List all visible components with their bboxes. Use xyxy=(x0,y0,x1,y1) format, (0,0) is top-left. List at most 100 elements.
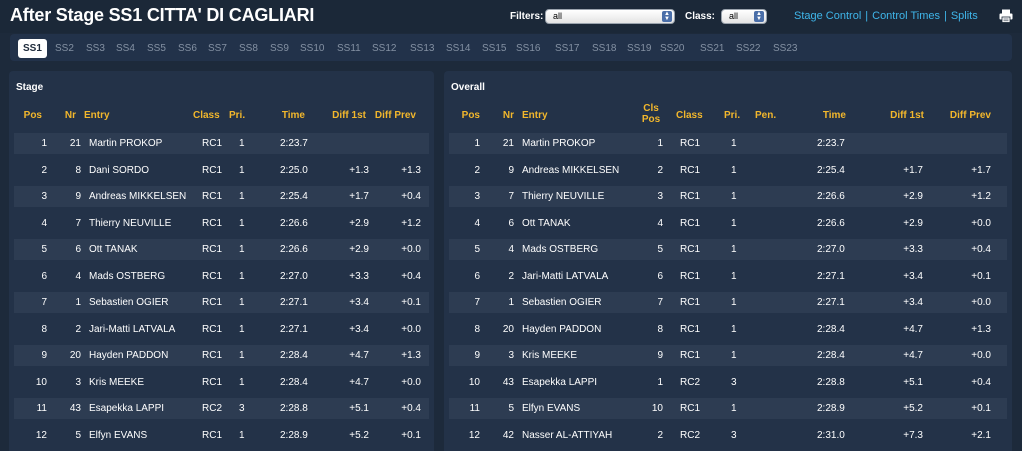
table-row: 11 5 Elfyn EVANS 10 RC1 1 2:28.9 +5.2 +0.1 xyxy=(449,398,1007,419)
cell-class: RC1 xyxy=(680,244,701,255)
cell-pos: 2 xyxy=(41,164,47,176)
cell-diffprev: +0.0 xyxy=(971,350,991,361)
cell-pri: 1 xyxy=(239,376,245,388)
cell-time: 2:28.4 xyxy=(817,323,845,335)
stage-tab-ss14[interactable]: SS14 xyxy=(446,39,470,58)
stage-tab-ss23[interactable]: SS23 xyxy=(773,39,797,58)
control-times-link[interactable]: Control Times xyxy=(872,10,940,22)
top-links: Stage Control | Control Times | Splits xyxy=(794,10,978,22)
table-row: 9 3 Kris MEEKE 9 RC1 1 2:28.4 +4.7 +0.0 xyxy=(449,345,1007,366)
cell-pri: 1 xyxy=(731,323,737,335)
table-row: 3 9 Andreas MIKKELSEN RC1 1 2:25.4 +1.7 +0.4 xyxy=(14,186,429,207)
cell-entry: Esapekka LAPPI xyxy=(89,403,165,414)
cell-nr: 8 xyxy=(75,164,81,176)
stage-tab-ss16[interactable]: SS16 xyxy=(516,39,540,58)
cell-nr: 5 xyxy=(508,403,514,414)
stage-tab-ss17[interactable]: SS17 xyxy=(555,39,579,58)
cell-pos: 2 xyxy=(474,164,480,176)
cell-pos: 6 xyxy=(41,270,47,282)
cell-nr: 2 xyxy=(75,323,81,335)
cell-diffprev: +0.4 xyxy=(971,244,991,255)
top-bar: After Stage SS1 CITTA' DI CAGLIARI Filte… xyxy=(0,0,1022,33)
cell-class: RC1 xyxy=(202,244,223,255)
cell-nr: 4 xyxy=(508,244,514,255)
cell-time: 2:27.0 xyxy=(280,270,308,282)
stage-tab-ss3[interactable]: SS3 xyxy=(86,39,105,58)
cell-nr: 7 xyxy=(75,217,81,229)
cell-diff1: +4.7 xyxy=(903,323,923,335)
stage-tab-ss4[interactable]: SS4 xyxy=(116,39,135,58)
cell-nr: 21 xyxy=(502,138,514,149)
stage-tab-ss13[interactable]: SS13 xyxy=(410,39,434,58)
header-diff-prev: Diff Prev xyxy=(374,110,416,121)
cell-pri: 1 xyxy=(239,191,245,202)
stage-tab-ss21[interactable]: SS21 xyxy=(700,39,724,58)
stage-tab-ss7[interactable]: SS7 xyxy=(208,39,227,58)
stage-tab-ss1[interactable]: SS1 xyxy=(18,39,47,58)
cell-time: 2:27.0 xyxy=(817,244,845,255)
cell-clspos: 7 xyxy=(657,297,663,308)
cell-pos: 8 xyxy=(41,323,47,335)
cell-entry: Ott TANAK xyxy=(89,244,138,255)
class-select[interactable]: all ▲ ▼ xyxy=(721,9,767,24)
cell-entry: Elfyn EVANS xyxy=(522,403,581,414)
cell-class: RC1 xyxy=(202,376,223,388)
stage-tab-ss2[interactable]: SS2 xyxy=(55,39,74,58)
cell-time: 2:25.0 xyxy=(280,164,308,176)
header-diff-1st: Diff 1st xyxy=(890,110,924,121)
stage-tab-ss11[interactable]: SS11 xyxy=(337,39,361,58)
table-row: 12 42 Nasser AL-ATTIYAH 2 RC2 3 2:31.0 +7.3 +2.1 xyxy=(449,424,1007,446)
cell-nr: 42 xyxy=(502,429,514,441)
cell-class: RC1 xyxy=(680,323,701,335)
cell-diff1: +5.1 xyxy=(349,403,369,414)
cell-class: RC1 xyxy=(202,350,223,361)
cell-pri: 1 xyxy=(239,164,245,176)
cell-clspos: 6 xyxy=(657,270,663,282)
cell-pri: 1 xyxy=(731,297,737,308)
cell-nr: 20 xyxy=(502,323,514,335)
splits-link[interactable]: Splits xyxy=(951,10,978,22)
cell-time: 2:23.7 xyxy=(280,138,308,149)
cell-time: 2:27.1 xyxy=(280,323,308,335)
table-row: 8 2 Jari-Matti LATVALA RC1 1 2:27.1 +3.4 +0.0 xyxy=(14,318,429,340)
filters-select[interactable]: all ▲ ▼ xyxy=(545,9,675,24)
stage-tab-ss15[interactable]: SS15 xyxy=(482,39,506,58)
stage-tab-ss10[interactable]: SS10 xyxy=(300,39,324,58)
cell-clspos: 10 xyxy=(651,403,663,414)
stage-tab-ss5[interactable]: SS5 xyxy=(147,39,166,58)
stage-control-link[interactable]: Stage Control xyxy=(794,10,861,22)
cell-nr: 43 xyxy=(69,403,81,414)
cell-class: RC1 xyxy=(680,138,701,149)
cell-pri: 3 xyxy=(239,403,245,414)
stage-tab-ss6[interactable]: SS6 xyxy=(178,39,197,58)
cell-entry: Andreas MIKKELSEN xyxy=(89,191,187,202)
cell-entry: Hayden PADDON xyxy=(89,350,169,361)
stage-tab-ss12[interactable]: SS12 xyxy=(372,39,396,58)
cell-nr: 2 xyxy=(508,270,514,282)
stage-tab-ss20[interactable]: SS20 xyxy=(660,39,684,58)
stage-tab-ss19[interactable]: SS19 xyxy=(627,39,651,58)
cell-diff1: +2.9 xyxy=(903,191,923,202)
header-entry: Entry xyxy=(522,110,548,121)
stage-tab-ss8[interactable]: SS8 xyxy=(239,39,258,58)
stage-tab-ss18[interactable]: SS18 xyxy=(592,39,616,58)
header-pos: Pos xyxy=(461,110,480,121)
header-diff-prev: Diff Prev xyxy=(949,110,991,121)
cell-entry: Esapekka LAPPI xyxy=(522,376,598,388)
stage-results-panel: Stage Pos Nr Entry Class Pri. Time Diff … xyxy=(9,71,434,451)
cell-diff1: +1.3 xyxy=(349,164,369,176)
cell-pos: 10 xyxy=(468,376,480,388)
table-row: 1 21 Martin PROKOP 1 RC1 1 2:23.7 xyxy=(449,133,1007,154)
stage-tab-ss22[interactable]: SS22 xyxy=(736,39,760,58)
stage-tab-ss9[interactable]: SS9 xyxy=(270,39,289,58)
printer-icon[interactable] xyxy=(999,9,1013,23)
cell-clspos: 3 xyxy=(657,191,663,202)
cell-clspos: 2 xyxy=(657,429,663,441)
cell-pos: 12 xyxy=(468,429,480,441)
cell-clspos: 1 xyxy=(657,376,663,388)
cell-class: RC1 xyxy=(202,429,223,441)
cell-entry: Mads OSTBERG xyxy=(522,244,599,255)
cell-diffprev: +0.0 xyxy=(401,244,421,255)
stage-panel-title: Stage xyxy=(16,82,44,93)
cell-clspos: 4 xyxy=(657,217,663,229)
